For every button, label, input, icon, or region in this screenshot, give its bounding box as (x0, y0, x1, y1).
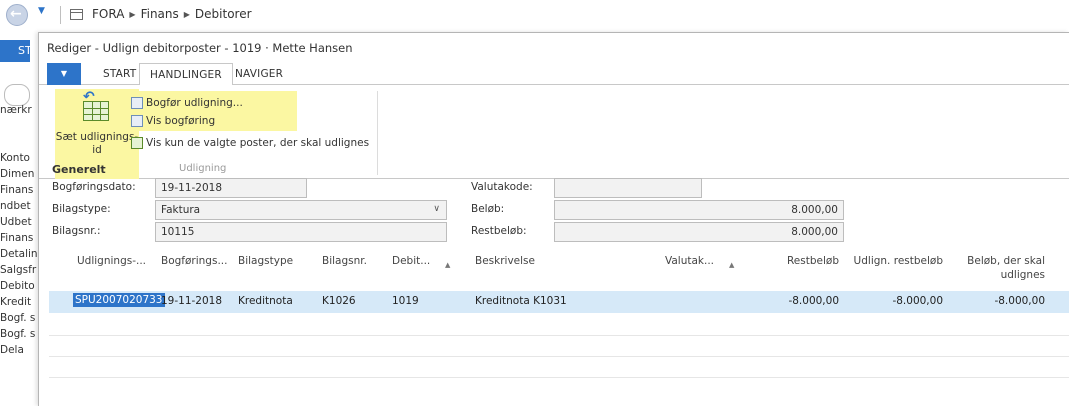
remaining-amount-label: Restbeløb: (471, 225, 527, 237)
set-applies-to-id-label: Sæt udlignings-id (55, 131, 139, 156)
breadcrumb-item-finans[interactable]: Finans (141, 7, 179, 21)
breadcrumb-separator-icon: ▶ (183, 10, 190, 19)
back-arrow-glyph: ← (10, 6, 22, 22)
sort-caret-icon: ▲ (445, 261, 451, 269)
column-header-document-no[interactable]: Bilagsnr. (322, 255, 367, 267)
amount-label: Beløb: (471, 203, 505, 215)
remaining-amount-field[interactable]: 8.000,00 (554, 222, 844, 242)
cell-description[interactable]: Kreditnota K1031 (475, 295, 567, 307)
main-window-topbar: ← ▼ FORA ▶ Finans ▶ Debitorer (0, 0, 1069, 30)
divider (49, 356, 1069, 357)
cell-customer-no[interactable]: 1019 (392, 295, 419, 307)
show-only-selected-label: Vis kun de valgte poster, der skal udlig… (146, 137, 370, 149)
cell-document-no[interactable]: K1026 (322, 295, 356, 307)
nav-label[interactable]: Finans (0, 232, 33, 244)
column-header-currency-code[interactable]: Valutak... (665, 255, 714, 267)
table-header: Udlignings-... Bogførings... Bilagstype … (39, 245, 1069, 287)
tab-start-background[interactable]: ST (0, 40, 32, 62)
currency-code-field[interactable] (554, 178, 702, 198)
cell-amount-to-apply[interactable]: -8.000,00 (951, 295, 1045, 307)
preview-icon (131, 115, 143, 127)
chevron-down-icon: ∨ (433, 204, 440, 214)
preview-posting-label: Vis bogføring (146, 115, 216, 127)
file-menu-button[interactable]: ▼ (47, 63, 81, 85)
post-application-label: Bogfør udligning... (146, 97, 243, 109)
nav-label[interactable]: Bogf. s (0, 328, 35, 340)
posting-date-label: Bogføringsdato: (52, 181, 136, 193)
amount-field[interactable]: 8.000,00 (554, 200, 844, 220)
post-application-button[interactable]: Bogfør udligning... (131, 95, 243, 111)
search-icon[interactable] (4, 84, 30, 106)
window-icon (70, 9, 83, 20)
divider (49, 335, 1069, 336)
divider (60, 6, 61, 24)
show-only-selected-button[interactable]: Vis kun de valgte poster, der skal udlig… (131, 135, 369, 151)
breadcrumb: FORA ▶ Finans ▶ Debitorer (92, 7, 252, 21)
column-header-customer-no[interactable]: Debit... (392, 255, 430, 267)
nav-label[interactable]: Dela (0, 344, 24, 356)
back-button[interactable]: ← (6, 4, 32, 26)
nav-label[interactable]: Finans (0, 184, 33, 196)
document-type-label: Bilagstype: (52, 203, 111, 215)
nav-label[interactable]: Salgsfr (0, 264, 36, 276)
document-type-select[interactable]: Faktura ∨ (155, 200, 447, 220)
nav-label[interactable]: ndbet (0, 200, 31, 212)
breadcrumb-item-debitorer[interactable]: Debitorer (195, 7, 252, 21)
set-applies-to-id-button[interactable]: ↶ Sæt udlignings-id (55, 89, 139, 169)
cell-applied-remaining[interactable]: -8.000,00 (845, 295, 943, 307)
column-header-document-type[interactable]: Bilagstype (238, 255, 293, 267)
row-selector[interactable] (41, 291, 49, 313)
currency-code-label: Valutakode: (471, 181, 533, 193)
column-header-amount-to-apply-line2: udlignes (1000, 269, 1045, 281)
nav-label[interactable]: Dimen (0, 168, 34, 180)
chevron-down-icon[interactable]: ▼ (38, 6, 45, 16)
nav-label[interactable]: nærkr (0, 104, 32, 116)
post-icon (131, 97, 143, 109)
divider (377, 91, 378, 175)
grid-icon (83, 101, 109, 121)
nav-label[interactable]: Detalin (0, 248, 38, 260)
breadcrumb-item-fora[interactable]: FORA (92, 7, 124, 21)
column-header-applied-remaining[interactable]: Udlign. restbeløb (845, 255, 943, 267)
nav-label[interactable]: Udbet (0, 216, 32, 228)
divider (49, 377, 1069, 378)
ribbon-body: ↶ Sæt udlignings-id Bogfør udligning... … (39, 85, 1069, 179)
preview-posting-button[interactable]: Vis bogføring (131, 113, 215, 129)
column-header-amount-to-apply[interactable]: Beløb, der skal (951, 255, 1045, 267)
nav-label[interactable]: Konto (0, 152, 30, 164)
nav-label[interactable]: Bogf. s (0, 312, 35, 324)
cell-applies-to-id[interactable]: SPU2007020733 (73, 293, 165, 307)
cell-document-type[interactable]: Kreditnota (238, 295, 293, 307)
section-title-general: Generelt (52, 163, 106, 176)
apply-entries-dialog: Rediger - Udlign debitorposter - 1019 · … (38, 32, 1069, 406)
column-header-remaining-amount[interactable]: Restbeløb (767, 255, 839, 267)
column-header-posting-date[interactable]: Bogførings... (161, 255, 227, 267)
nav-label[interactable]: Kredit (0, 296, 31, 308)
dialog-title: Rediger - Udlign debitorposter - 1019 · … (47, 41, 353, 55)
ribbon-tabs: ▼ START HANDLINGER NAVIGER (39, 63, 1069, 86)
tab-handlinger[interactable]: HANDLINGER (139, 63, 233, 86)
cell-remaining-amount[interactable]: -8.000,00 (767, 295, 839, 307)
nav-label[interactable]: Debito (0, 280, 35, 292)
breadcrumb-separator-icon: ▶ (129, 10, 136, 19)
column-header-applies-to-id[interactable]: Udlignings-... (77, 255, 146, 267)
document-no-field[interactable]: 10115 (155, 222, 447, 242)
tab-naviger[interactable]: NAVIGER (225, 63, 293, 86)
filter-icon (131, 137, 143, 149)
sort-caret-icon: ▲ (729, 261, 735, 269)
cell-posting-date[interactable]: 19-11-2018 (161, 295, 222, 307)
main-window-left-pane: ST nærkr Konto Dimen Finans ndbet Udbet … (0, 30, 38, 406)
posting-date-field[interactable]: 19-11-2018 (155, 178, 307, 198)
column-header-description[interactable]: Beskrivelse (475, 255, 535, 267)
table-row[interactable]: SPU2007020733 19-11-2018 Kreditnota K102… (49, 291, 1069, 313)
ribbon-group-label: Udligning (179, 163, 227, 174)
document-no-label: Bilagsnr.: (52, 225, 101, 237)
document-type-value: Faktura (161, 204, 201, 216)
